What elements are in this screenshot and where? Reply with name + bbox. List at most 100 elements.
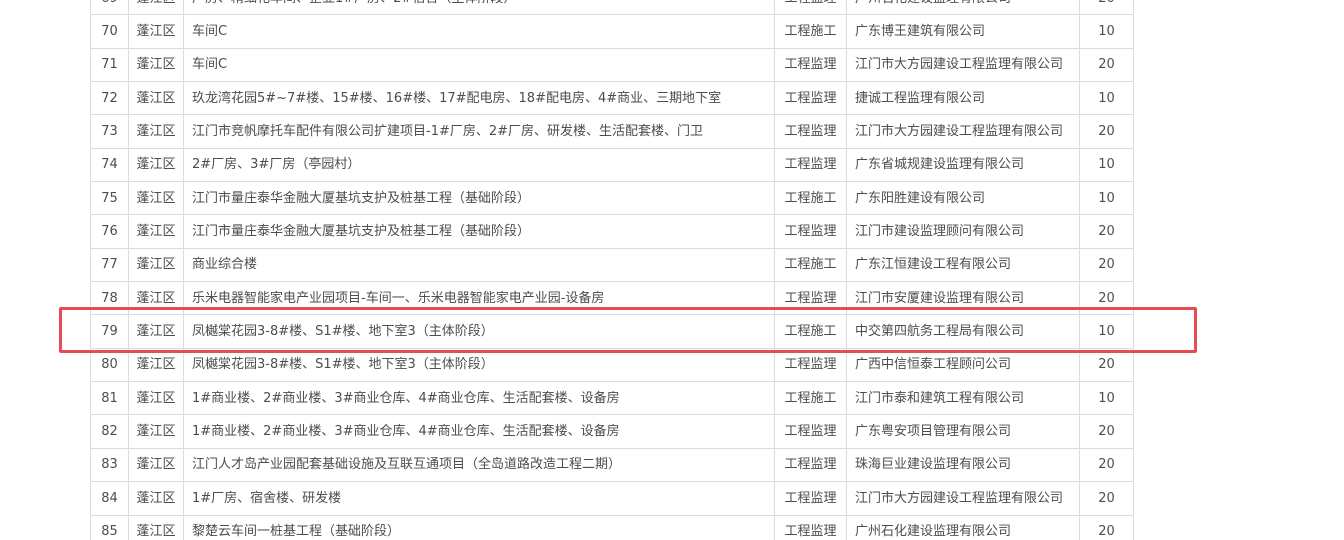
district-cell: 蓬江区 xyxy=(128,114,184,149)
table-row: 80 蓬江区 凤樾棠花园3-8#楼、S1#楼、地下室3（主体阶段） 工程监理 广西中信恒… xyxy=(90,347,1134,383)
score-cell: 20 xyxy=(1079,447,1134,483)
score-cell: 10 xyxy=(1079,314,1134,349)
row-number-cell: 73 xyxy=(90,114,129,149)
table-row: 75 蓬江区 江门市量庄泰华金融大厦基坑支护及桩基工程（基础阶段） 工程施工 广东阳胜建… xyxy=(90,181,1134,216)
company-name-cell: 江门市安厦建设监理有限公司 xyxy=(846,281,1080,316)
work-type-cell: 工程施工 xyxy=(774,14,847,49)
district-cell: 蓬江区 xyxy=(128,447,184,483)
district-cell: 蓬江区 xyxy=(128,314,184,349)
work-type-cell: 工程施工 xyxy=(774,314,847,349)
table-row: 74 蓬江区 2#厂房、3#厂房（亭园村） 工程监理 广东省城规建设监理有限公司 10 xyxy=(90,147,1134,183)
score-cell: 20 xyxy=(1079,514,1134,540)
score-cell: 20 xyxy=(1079,247,1134,283)
row-number-cell: 71 xyxy=(90,47,129,83)
work-type-cell: 工程监理 xyxy=(774,447,847,483)
work-type-cell: 工程监理 xyxy=(774,47,847,83)
company-name-cell: 捷诚工程监理有限公司 xyxy=(846,81,1080,116)
records-table-body: 69蓬江区厂房、精细化车间、企业1#厂房、2#宿舍（主体阶段）工程监理广州石化建… xyxy=(90,0,1134,540)
work-type-cell: 工程监理 xyxy=(774,214,847,249)
row-number-cell: 80 xyxy=(90,347,129,383)
score-cell: 10 xyxy=(1079,147,1134,183)
company-name-cell: 广东省城规建设监理有限公司 xyxy=(846,147,1080,183)
row-number-cell: 77 xyxy=(90,247,129,283)
work-type-cell: 工程施工 xyxy=(774,381,847,416)
project-name-cell: 江门市竞帆摩托车配件有限公司扩建项目-1#厂房、2#厂房、研发楼、生活配套楼、门… xyxy=(183,114,775,149)
company-name-cell: 广州石化建设监理有限公司 xyxy=(846,514,1080,540)
table-row: 71 蓬江区 车间C 工程监理 江门市大方园建设工程监理有限公司 20 xyxy=(90,47,1134,83)
work-type-cell: 工程施工 xyxy=(774,247,847,283)
work-type-cell: 工程监理 xyxy=(774,114,847,149)
project-name-cell: 凤樾棠花园3-8#楼、S1#楼、地下室3（主体阶段） xyxy=(183,314,775,349)
company-name-cell: 江门市泰和建筑工程有限公司 xyxy=(846,381,1080,416)
score-cell: 10 xyxy=(1079,81,1134,116)
project-name-cell: 江门市量庄泰华金融大厦基坑支护及桩基工程（基础阶段） xyxy=(183,181,775,216)
work-type-cell: 工程监理 xyxy=(774,514,847,540)
row-number-cell: 75 xyxy=(90,181,129,216)
score-cell: 20 xyxy=(1079,481,1134,516)
row-number-cell: 79 xyxy=(90,314,129,349)
district-cell: 蓬江区 xyxy=(128,514,184,540)
table-row: 81 蓬江区 1#商业楼、2#商业楼、3#商业仓库、4#商业仓库、生活配套楼、设备房… xyxy=(90,381,1134,416)
project-name-cell: 1#厂房、宿舍楼、研发楼 xyxy=(183,481,775,516)
district-cell: 蓬江区 xyxy=(128,381,184,416)
district-cell: 蓬江区 xyxy=(128,181,184,216)
project-name-cell: 玖龙湾花园5#~7#楼、15#楼、16#楼、17#配电房、18#配电房、4#商业… xyxy=(183,81,775,116)
district-cell: 蓬江区 xyxy=(128,0,184,16)
row-number-cell: 85 xyxy=(90,514,129,540)
score-cell: 20 xyxy=(1079,114,1134,149)
project-name-cell: 江门市量庄泰华金融大厦基坑支护及桩基工程（基础阶段） xyxy=(183,214,775,249)
score-cell: 20 xyxy=(1079,47,1134,83)
company-name-cell: 广东博王建筑有限公司 xyxy=(846,14,1080,49)
row-number-cell: 69 xyxy=(90,0,129,16)
project-name-cell: 厂房、精细化车间、企业1#厂房、2#宿舍（主体阶段） xyxy=(183,0,775,16)
district-cell: 蓬江区 xyxy=(128,414,184,449)
table-row: 85 蓬江区 黎楚云车间一桩基工程（基础阶段） 工程监理 广州石化建设监理有限公司 20 xyxy=(90,514,1134,540)
project-name-cell: 凤樾棠花园3-8#楼、S1#楼、地下室3（主体阶段） xyxy=(183,347,775,383)
district-cell: 蓬江区 xyxy=(128,281,184,316)
company-name-cell: 珠海巨业建设监理有限公司 xyxy=(846,447,1080,483)
district-cell: 蓬江区 xyxy=(128,247,184,283)
work-type-cell: 工程监理 xyxy=(774,0,847,16)
table-row: 77 蓬江区 商业综合楼 工程施工 广东江恒建设工程有限公司 20 xyxy=(90,247,1134,283)
work-type-cell: 工程监理 xyxy=(774,81,847,116)
project-name-cell: 黎楚云车间一桩基工程（基础阶段） xyxy=(183,514,775,540)
score-cell: 20 xyxy=(1079,414,1134,449)
table-row: 83 蓬江区 江门人才岛产业园配套基础设施及互联互通项目（全岛道路改造工程二期） 工程… xyxy=(90,447,1134,483)
table-row: 69蓬江区厂房、精细化车间、企业1#厂房、2#宿舍（主体阶段）工程监理广州石化建… xyxy=(90,0,1134,16)
row-number-cell: 70 xyxy=(90,14,129,49)
company-name-cell: 江门市大方园建设工程监理有限公司 xyxy=(846,47,1080,83)
company-name-cell: 广东粤安项目管理有限公司 xyxy=(846,414,1080,449)
work-type-cell: 工程监理 xyxy=(774,281,847,316)
district-cell: 蓬江区 xyxy=(128,347,184,383)
company-name-cell: 江门市建设监理顾问有限公司 xyxy=(846,214,1080,249)
score-cell: 20 xyxy=(1079,347,1134,383)
company-name-cell: 中交第四航务工程局有限公司 xyxy=(846,314,1080,349)
district-cell: 蓬江区 xyxy=(128,147,184,183)
row-number-cell: 76 xyxy=(90,214,129,249)
score-cell: 20 xyxy=(1079,281,1134,316)
row-number-cell: 81 xyxy=(90,381,129,416)
company-name-cell: 广东阳胜建设有限公司 xyxy=(846,181,1080,216)
project-name-cell: 1#商业楼、2#商业楼、3#商业仓库、4#商业仓库、生活配套楼、设备房 xyxy=(183,414,775,449)
table-row: 76 蓬江区 江门市量庄泰华金融大厦基坑支护及桩基工程（基础阶段） 工程监理 江门市建设… xyxy=(90,214,1134,249)
district-cell: 蓬江区 xyxy=(128,14,184,49)
work-type-cell: 工程监理 xyxy=(774,147,847,183)
row-number-cell: 72 xyxy=(90,81,129,116)
records-table: 69蓬江区厂房、精细化车间、企业1#厂房、2#宿舍（主体阶段）工程监理广州石化建… xyxy=(90,0,1134,540)
row-number-cell: 84 xyxy=(90,481,129,516)
table-row: 70 蓬江区 车间C 工程施工 广东博王建筑有限公司 10 xyxy=(90,14,1134,49)
project-name-cell: 车间C xyxy=(183,14,775,49)
district-cell: 蓬江区 xyxy=(128,481,184,516)
table-row: 78 蓬江区 乐米电器智能家电产业园项目-车间一、乐米电器智能家电产业园-设备房 工程… xyxy=(90,281,1134,316)
project-name-cell: 乐米电器智能家电产业园项目-车间一、乐米电器智能家电产业园-设备房 xyxy=(183,281,775,316)
project-name-cell: 2#厂房、3#厂房（亭园村） xyxy=(183,147,775,183)
table-row: 84 蓬江区 1#厂房、宿舍楼、研发楼 工程监理 江门市大方园建设工程监理有限公司 20 xyxy=(90,481,1134,516)
score-cell: 10 xyxy=(1079,381,1134,416)
score-cell: 20 xyxy=(1079,214,1134,249)
table-row: 73 蓬江区 江门市竞帆摩托车配件有限公司扩建项目-1#厂房、2#厂房、研发楼、生活… xyxy=(90,114,1134,149)
company-name-cell: 广西中信恒泰工程顾问公司 xyxy=(846,347,1080,383)
district-cell: 蓬江区 xyxy=(128,214,184,249)
score-cell: 20 xyxy=(1079,0,1134,16)
row-number-cell: 74 xyxy=(90,147,129,183)
work-type-cell: 工程施工 xyxy=(774,181,847,216)
